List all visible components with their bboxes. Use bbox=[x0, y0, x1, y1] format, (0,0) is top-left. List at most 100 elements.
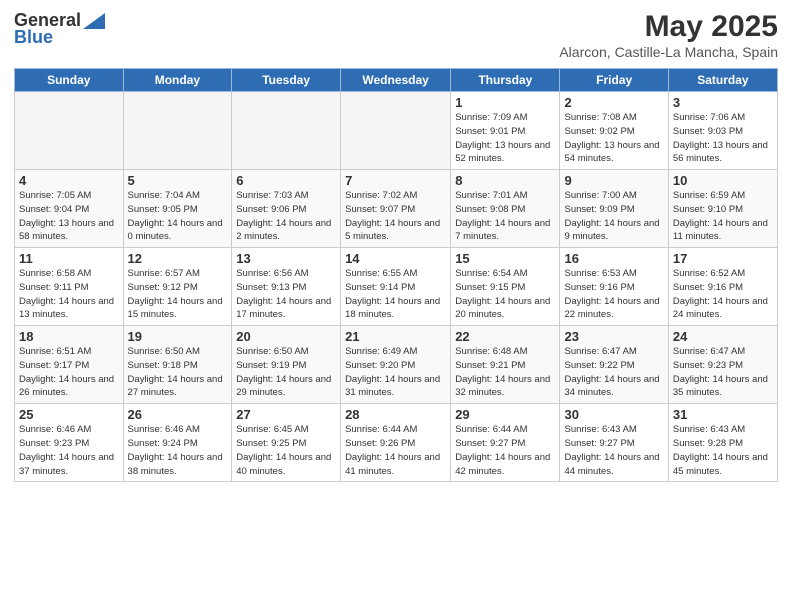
day-info: Sunrise: 6:49 AM Sunset: 9:20 PM Dayligh… bbox=[345, 345, 446, 400]
day-number: 27 bbox=[236, 407, 336, 422]
day-info: Sunrise: 7:05 AM Sunset: 9:04 PM Dayligh… bbox=[19, 189, 119, 244]
day-number: 16 bbox=[564, 251, 663, 266]
col-wednesday: Wednesday bbox=[341, 69, 451, 92]
day-info: Sunrise: 6:54 AM Sunset: 9:15 PM Dayligh… bbox=[455, 267, 555, 322]
table-row: 5Sunrise: 7:04 AM Sunset: 9:05 PM Daylig… bbox=[123, 170, 232, 248]
calendar-week-row: 18Sunrise: 6:51 AM Sunset: 9:17 PM Dayli… bbox=[15, 326, 778, 404]
table-row: 9Sunrise: 7:00 AM Sunset: 9:09 PM Daylig… bbox=[560, 170, 668, 248]
calendar-week-row: 1Sunrise: 7:09 AM Sunset: 9:01 PM Daylig… bbox=[15, 92, 778, 170]
day-number: 31 bbox=[673, 407, 773, 422]
table-row: 10Sunrise: 6:59 AM Sunset: 9:10 PM Dayli… bbox=[668, 170, 777, 248]
table-row: 19Sunrise: 6:50 AM Sunset: 9:18 PM Dayli… bbox=[123, 326, 232, 404]
table-row: 28Sunrise: 6:44 AM Sunset: 9:26 PM Dayli… bbox=[341, 404, 451, 482]
day-info: Sunrise: 6:59 AM Sunset: 9:10 PM Dayligh… bbox=[673, 189, 773, 244]
table-row: 12Sunrise: 6:57 AM Sunset: 9:12 PM Dayli… bbox=[123, 248, 232, 326]
day-info: Sunrise: 7:00 AM Sunset: 9:09 PM Dayligh… bbox=[564, 189, 663, 244]
table-row: 18Sunrise: 6:51 AM Sunset: 9:17 PM Dayli… bbox=[15, 326, 124, 404]
calendar: Sunday Monday Tuesday Wednesday Thursday… bbox=[14, 68, 778, 482]
day-info: Sunrise: 7:03 AM Sunset: 9:06 PM Dayligh… bbox=[236, 189, 336, 244]
day-info: Sunrise: 6:56 AM Sunset: 9:13 PM Dayligh… bbox=[236, 267, 336, 322]
day-info: Sunrise: 6:58 AM Sunset: 9:11 PM Dayligh… bbox=[19, 267, 119, 322]
table-row: 27Sunrise: 6:45 AM Sunset: 9:25 PM Dayli… bbox=[232, 404, 341, 482]
table-row bbox=[123, 92, 232, 170]
title-location: Alarcon, Castille-La Mancha, Spain bbox=[559, 44, 778, 60]
day-number: 18 bbox=[19, 329, 119, 344]
table-row: 7Sunrise: 7:02 AM Sunset: 9:07 PM Daylig… bbox=[341, 170, 451, 248]
calendar-week-row: 4Sunrise: 7:05 AM Sunset: 9:04 PM Daylig… bbox=[15, 170, 778, 248]
day-number: 22 bbox=[455, 329, 555, 344]
title-block: May 2025 Alarcon, Castille-La Mancha, Sp… bbox=[559, 10, 778, 60]
table-row: 14Sunrise: 6:55 AM Sunset: 9:14 PM Dayli… bbox=[341, 248, 451, 326]
day-number: 14 bbox=[345, 251, 446, 266]
title-month: May 2025 bbox=[559, 10, 778, 44]
col-sunday: Sunday bbox=[15, 69, 124, 92]
day-number: 12 bbox=[128, 251, 228, 266]
table-row: 26Sunrise: 6:46 AM Sunset: 9:24 PM Dayli… bbox=[123, 404, 232, 482]
calendar-week-row: 25Sunrise: 6:46 AM Sunset: 9:23 PM Dayli… bbox=[15, 404, 778, 482]
page: General Blue May 2025 Alarcon, Castille-… bbox=[0, 0, 792, 612]
table-row: 4Sunrise: 7:05 AM Sunset: 9:04 PM Daylig… bbox=[15, 170, 124, 248]
col-friday: Friday bbox=[560, 69, 668, 92]
calendar-week-row: 11Sunrise: 6:58 AM Sunset: 9:11 PM Dayli… bbox=[15, 248, 778, 326]
day-number: 21 bbox=[345, 329, 446, 344]
table-row: 3Sunrise: 7:06 AM Sunset: 9:03 PM Daylig… bbox=[668, 92, 777, 170]
day-info: Sunrise: 6:48 AM Sunset: 9:21 PM Dayligh… bbox=[455, 345, 555, 400]
day-info: Sunrise: 6:44 AM Sunset: 9:27 PM Dayligh… bbox=[455, 423, 555, 478]
table-row: 17Sunrise: 6:52 AM Sunset: 9:16 PM Dayli… bbox=[668, 248, 777, 326]
day-info: Sunrise: 6:52 AM Sunset: 9:16 PM Dayligh… bbox=[673, 267, 773, 322]
day-number: 2 bbox=[564, 95, 663, 110]
day-number: 8 bbox=[455, 173, 555, 188]
table-row: 11Sunrise: 6:58 AM Sunset: 9:11 PM Dayli… bbox=[15, 248, 124, 326]
logo-icon bbox=[83, 13, 105, 29]
day-number: 5 bbox=[128, 173, 228, 188]
day-number: 11 bbox=[19, 251, 119, 266]
table-row: 2Sunrise: 7:08 AM Sunset: 9:02 PM Daylig… bbox=[560, 92, 668, 170]
day-number: 4 bbox=[19, 173, 119, 188]
day-info: Sunrise: 6:53 AM Sunset: 9:16 PM Dayligh… bbox=[564, 267, 663, 322]
table-row: 29Sunrise: 6:44 AM Sunset: 9:27 PM Dayli… bbox=[451, 404, 560, 482]
day-number: 20 bbox=[236, 329, 336, 344]
table-row: 24Sunrise: 6:47 AM Sunset: 9:23 PM Dayli… bbox=[668, 326, 777, 404]
day-number: 24 bbox=[673, 329, 773, 344]
day-info: Sunrise: 7:06 AM Sunset: 9:03 PM Dayligh… bbox=[673, 111, 773, 166]
day-number: 1 bbox=[455, 95, 555, 110]
col-tuesday: Tuesday bbox=[232, 69, 341, 92]
col-thursday: Thursday bbox=[451, 69, 560, 92]
day-number: 19 bbox=[128, 329, 228, 344]
day-number: 26 bbox=[128, 407, 228, 422]
logo-blue: Blue bbox=[14, 27, 53, 48]
calendar-header-row: Sunday Monday Tuesday Wednesday Thursday… bbox=[15, 69, 778, 92]
day-info: Sunrise: 7:04 AM Sunset: 9:05 PM Dayligh… bbox=[128, 189, 228, 244]
table-row: 21Sunrise: 6:49 AM Sunset: 9:20 PM Dayli… bbox=[341, 326, 451, 404]
day-info: Sunrise: 6:43 AM Sunset: 9:27 PM Dayligh… bbox=[564, 423, 663, 478]
day-number: 17 bbox=[673, 251, 773, 266]
day-number: 23 bbox=[564, 329, 663, 344]
table-row: 23Sunrise: 6:47 AM Sunset: 9:22 PM Dayli… bbox=[560, 326, 668, 404]
col-saturday: Saturday bbox=[668, 69, 777, 92]
table-row: 13Sunrise: 6:56 AM Sunset: 9:13 PM Dayli… bbox=[232, 248, 341, 326]
day-number: 3 bbox=[673, 95, 773, 110]
table-row: 20Sunrise: 6:50 AM Sunset: 9:19 PM Dayli… bbox=[232, 326, 341, 404]
day-info: Sunrise: 6:55 AM Sunset: 9:14 PM Dayligh… bbox=[345, 267, 446, 322]
table-row: 22Sunrise: 6:48 AM Sunset: 9:21 PM Dayli… bbox=[451, 326, 560, 404]
day-info: Sunrise: 6:50 AM Sunset: 9:19 PM Dayligh… bbox=[236, 345, 336, 400]
day-number: 29 bbox=[455, 407, 555, 422]
day-number: 9 bbox=[564, 173, 663, 188]
header: General Blue May 2025 Alarcon, Castille-… bbox=[14, 10, 778, 60]
day-info: Sunrise: 6:46 AM Sunset: 9:23 PM Dayligh… bbox=[19, 423, 119, 478]
table-row bbox=[232, 92, 341, 170]
day-number: 30 bbox=[564, 407, 663, 422]
day-info: Sunrise: 7:01 AM Sunset: 9:08 PM Dayligh… bbox=[455, 189, 555, 244]
day-info: Sunrise: 6:45 AM Sunset: 9:25 PM Dayligh… bbox=[236, 423, 336, 478]
day-info: Sunrise: 6:43 AM Sunset: 9:28 PM Dayligh… bbox=[673, 423, 773, 478]
day-info: Sunrise: 6:46 AM Sunset: 9:24 PM Dayligh… bbox=[128, 423, 228, 478]
table-row: 31Sunrise: 6:43 AM Sunset: 9:28 PM Dayli… bbox=[668, 404, 777, 482]
day-number: 10 bbox=[673, 173, 773, 188]
day-info: Sunrise: 6:44 AM Sunset: 9:26 PM Dayligh… bbox=[345, 423, 446, 478]
day-number: 13 bbox=[236, 251, 336, 266]
day-info: Sunrise: 6:47 AM Sunset: 9:22 PM Dayligh… bbox=[564, 345, 663, 400]
col-monday: Monday bbox=[123, 69, 232, 92]
day-number: 6 bbox=[236, 173, 336, 188]
table-row: 15Sunrise: 6:54 AM Sunset: 9:15 PM Dayli… bbox=[451, 248, 560, 326]
table-row: 6Sunrise: 7:03 AM Sunset: 9:06 PM Daylig… bbox=[232, 170, 341, 248]
